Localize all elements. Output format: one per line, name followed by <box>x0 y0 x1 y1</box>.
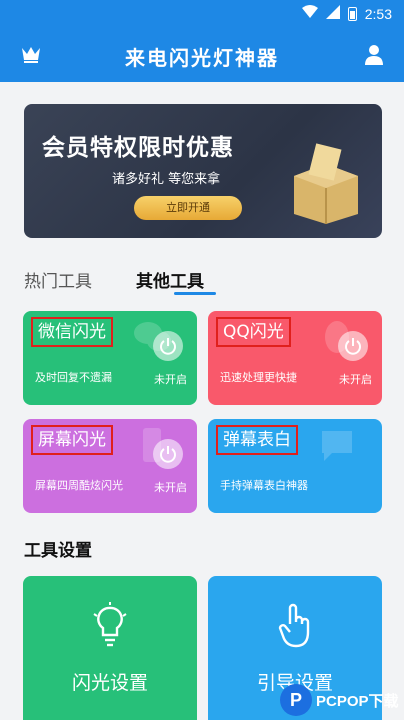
tool-state: 未开启 <box>154 481 187 494</box>
battery-icon <box>347 7 357 21</box>
tool-title: 屏幕闪光 <box>31 425 113 455</box>
flash-settings-label: 闪光设置 <box>71 672 148 694</box>
banner-open-button[interactable]: 立即开通 <box>134 196 242 220</box>
chat-bubble-icon <box>318 427 356 463</box>
tool-title: 微信闪光 <box>31 317 113 347</box>
app-bar: 来电闪光灯神器 <box>0 28 404 82</box>
tab-indicator <box>174 292 216 295</box>
tool-state: 未开启 <box>339 373 372 386</box>
watermark: P PCPOP下载 <box>276 682 404 718</box>
watermark-text: PCPOP下载 <box>316 693 399 710</box>
watermark-logo: P <box>280 684 312 716</box>
tab-hot-tools[interactable]: 热门工具 <box>24 267 92 292</box>
bulb-icon <box>90 602 130 648</box>
tool-card-qq-flash[interactable]: QQ闪光 迅速处理更快捷 未开启 <box>208 311 382 405</box>
tool-state: 未开启 <box>154 373 187 386</box>
tool-card-danmaku-confession[interactable]: 弹幕表白 手持弹幕表白神器 <box>208 419 382 513</box>
wifi-icon <box>301 5 318 23</box>
tool-title: QQ闪光 <box>216 317 291 347</box>
promo-banner[interactable]: 会员特权限时优惠 诸多好礼 等您来拿 立即开通 <box>24 104 382 238</box>
tool-subtitle: 屏幕四周酷炫闪光 <box>35 479 123 492</box>
gift-box-icon <box>286 142 364 224</box>
status-time: 2:53 <box>364 6 392 22</box>
tool-subtitle: 迅速处理更快捷 <box>220 371 297 384</box>
flash-settings-card[interactable]: 闪光设置 <box>23 576 197 720</box>
tool-subtitle: 手持弹幕表白神器 <box>220 479 308 492</box>
tab-other-tools[interactable]: 其他工具 <box>136 267 204 292</box>
tool-subtitle: 及时回复不遗漏 <box>35 371 112 384</box>
signal-icon <box>325 5 340 23</box>
hand-pointer-icon <box>275 602 315 648</box>
power-toggle-icon[interactable] <box>338 331 368 361</box>
tool-title: 弹幕表白 <box>216 425 298 455</box>
tool-card-screen-flash[interactable]: 屏幕闪光 屏幕四周酷炫闪光 未开启 <box>23 419 197 513</box>
power-toggle-icon[interactable] <box>153 331 183 361</box>
user-icon[interactable] <box>364 44 384 66</box>
status-bar: 2:53 <box>0 0 404 28</box>
banner-title: 会员特权限时优惠 <box>42 135 234 161</box>
tool-card-wechat-flash[interactable]: 微信闪光 及时回复不遗漏 未开启 <box>23 311 197 405</box>
settings-section-title: 工具设置 <box>24 541 92 561</box>
app-title: 来电闪光灯神器 <box>125 46 279 70</box>
banner-subtitle: 诸多好礼 等您来拿 <box>112 172 221 187</box>
power-toggle-icon[interactable] <box>153 439 183 469</box>
